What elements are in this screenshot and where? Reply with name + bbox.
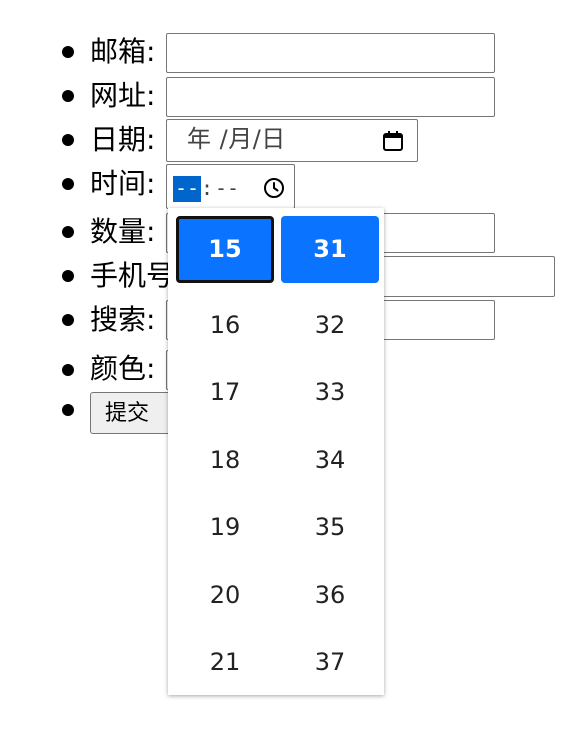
- hour-option[interactable]: 18: [176, 427, 274, 494]
- time-minute-segment[interactable]: --: [215, 176, 239, 200]
- url-label: 网址:: [90, 79, 156, 112]
- minute-option[interactable]: 37: [281, 629, 379, 696]
- date-field[interactable]: 年 /月/日: [166, 119, 418, 162]
- url-field[interactable]: [166, 77, 495, 117]
- hour-option[interactable]: 15: [176, 216, 274, 283]
- hour-option[interactable]: 19: [176, 494, 274, 561]
- list-bullet: [62, 364, 74, 376]
- minute-option[interactable]: 31: [281, 216, 379, 283]
- hour-option[interactable]: 16: [176, 292, 274, 359]
- minute-option[interactable]: 35: [281, 494, 379, 561]
- email-field[interactable]: [166, 33, 495, 73]
- list-bullet: [62, 46, 74, 58]
- time-hour-segment[interactable]: --: [173, 176, 201, 202]
- search-label: 搜索:: [90, 303, 156, 336]
- hour-option[interactable]: 17: [176, 359, 274, 426]
- list-bullet: [62, 314, 74, 326]
- time-separator: :: [201, 176, 214, 200]
- list-bullet: [62, 404, 74, 416]
- time-picker-popup: 15 16 17 18 19 20 21 31 32 33 34 35 36 3…: [168, 208, 384, 695]
- list-bullet: [62, 226, 74, 238]
- phone-label: 手机号: [90, 259, 175, 292]
- time-field[interactable]: -- : --: [166, 164, 295, 209]
- minute-option[interactable]: 32: [281, 292, 379, 359]
- minute-option[interactable]: 34: [281, 427, 379, 494]
- clock-icon[interactable]: [262, 176, 286, 200]
- list-bullet: [62, 178, 74, 190]
- email-label: 邮箱:: [90, 35, 156, 68]
- quantity-label: 数量:: [90, 215, 156, 248]
- list-bullet: [62, 134, 74, 146]
- date-placeholder: 年 /月/日: [187, 125, 286, 153]
- list-bullet: [62, 90, 74, 102]
- hour-option[interactable]: 21: [176, 629, 274, 696]
- calendar-icon[interactable]: [381, 129, 405, 153]
- color-label: 颜色:: [90, 352, 156, 385]
- minute-option[interactable]: 33: [281, 359, 379, 426]
- date-label: 日期:: [90, 123, 156, 156]
- list-bullet: [62, 270, 74, 282]
- minute-option[interactable]: 36: [281, 562, 379, 629]
- submit-button[interactable]: 提交: [90, 392, 176, 434]
- time-label: 时间:: [90, 167, 156, 200]
- hour-option[interactable]: 20: [176, 562, 274, 629]
